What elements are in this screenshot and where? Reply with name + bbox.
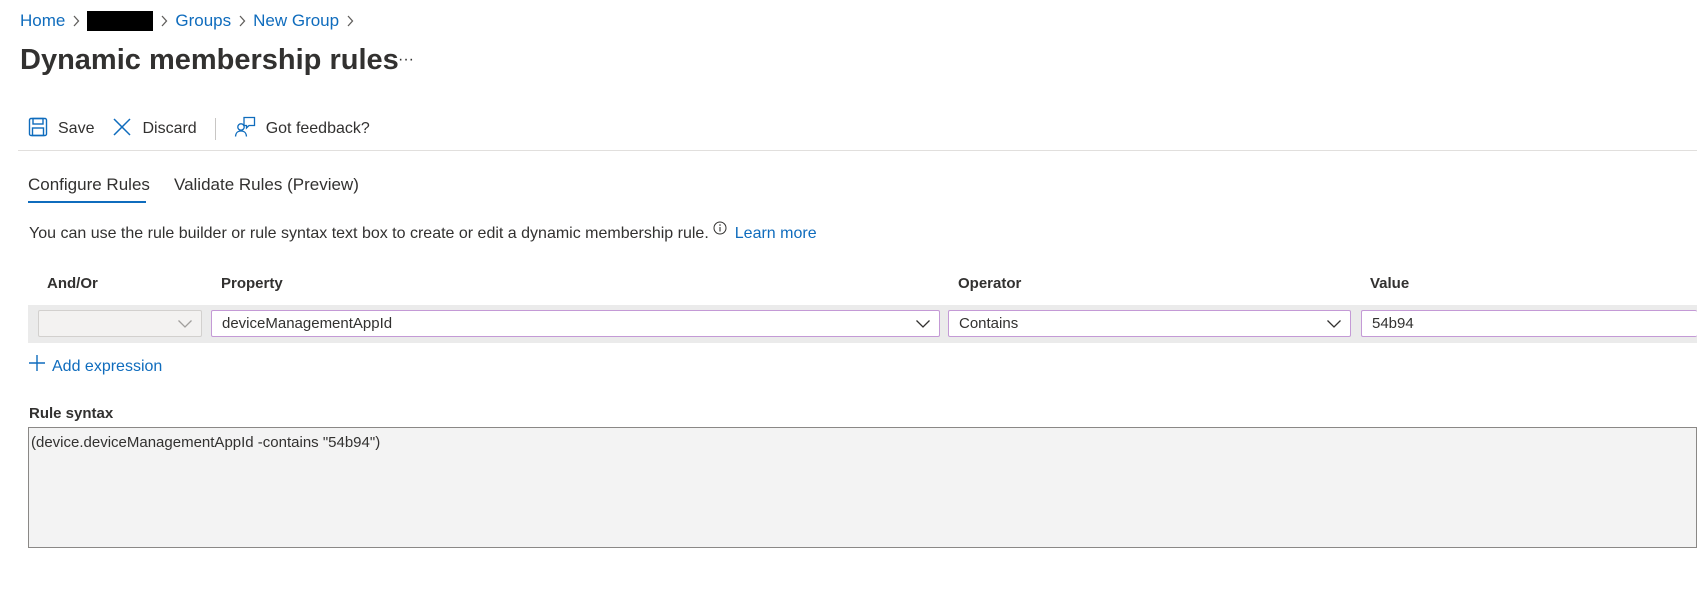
and-or-dropdown[interactable] xyxy=(38,310,202,337)
command-bar: Save Discard Got feedback? xyxy=(28,116,370,142)
chevron-down-icon xyxy=(177,317,193,335)
active-tab-indicator xyxy=(28,201,146,203)
chevron-right-icon xyxy=(65,15,87,27)
breadcrumb-new-group-link[interactable]: New Group xyxy=(253,11,339,31)
toolbar-divider xyxy=(214,118,216,140)
plus-icon xyxy=(28,354,52,379)
add-expression-button[interactable]: Add expression xyxy=(28,354,162,379)
chevron-down-icon xyxy=(915,317,931,335)
chevron-down-icon xyxy=(1326,317,1342,335)
rule-syntax-text: (device.deviceManagementAppId -contains … xyxy=(31,434,381,451)
learn-more-link[interactable]: Learn more xyxy=(735,223,817,245)
feedback-button[interactable]: Got feedback? xyxy=(234,116,370,143)
feedback-label: Got feedback? xyxy=(265,120,370,137)
breadcrumb: Home Groups New Group xyxy=(20,10,361,32)
description-text: You can use the rule builder or rule syn… xyxy=(29,225,709,242)
chevron-right-icon xyxy=(153,15,175,27)
discard-button[interactable]: Discard xyxy=(112,117,197,142)
description: You can use the rule builder or rule syn… xyxy=(29,220,817,248)
column-header-property: Property xyxy=(221,275,283,292)
add-expression-label: Add expression xyxy=(52,357,163,375)
column-header-value: Value xyxy=(1370,275,1410,292)
rule-syntax-label: Rule syntax xyxy=(29,405,114,422)
operator-dropdown[interactable]: Contains xyxy=(948,310,1351,337)
close-icon xyxy=(112,117,142,142)
save-label: Save xyxy=(58,120,95,137)
tab-configure-rules[interactable]: Configure Rules xyxy=(28,174,150,196)
chevron-right-icon xyxy=(231,15,253,27)
save-icon xyxy=(28,117,58,142)
info-icon[interactable] xyxy=(713,220,727,242)
feedback-icon xyxy=(234,116,266,143)
more-options-button[interactable]: ··· xyxy=(396,48,416,72)
tab-validate-rules[interactable]: Validate Rules (Preview) xyxy=(174,174,359,196)
toolbar-separator xyxy=(18,150,1697,151)
property-dropdown[interactable]: deviceManagementAppId xyxy=(211,310,940,337)
breadcrumb-home-link[interactable]: Home xyxy=(20,11,65,31)
page-title: Dynamic membership rules xyxy=(20,44,399,76)
rule-syntax-textbox[interactable]: (device.deviceManagementAppId -contains … xyxy=(28,427,1697,548)
value-input[interactable]: 54b94 xyxy=(1361,310,1697,337)
value-text: 54b94 xyxy=(1372,315,1414,332)
chevron-right-icon xyxy=(339,15,361,27)
column-header-and-or: And/Or xyxy=(47,275,98,292)
breadcrumb-redacted-link[interactable] xyxy=(87,11,154,31)
save-button[interactable]: Save xyxy=(28,117,94,142)
discard-label: Discard xyxy=(142,120,197,137)
breadcrumb-groups-link[interactable]: Groups xyxy=(175,11,231,31)
property-value: deviceManagementAppId xyxy=(222,315,393,332)
operator-value: Contains xyxy=(959,315,1019,332)
column-header-operator: Operator xyxy=(958,275,1022,292)
